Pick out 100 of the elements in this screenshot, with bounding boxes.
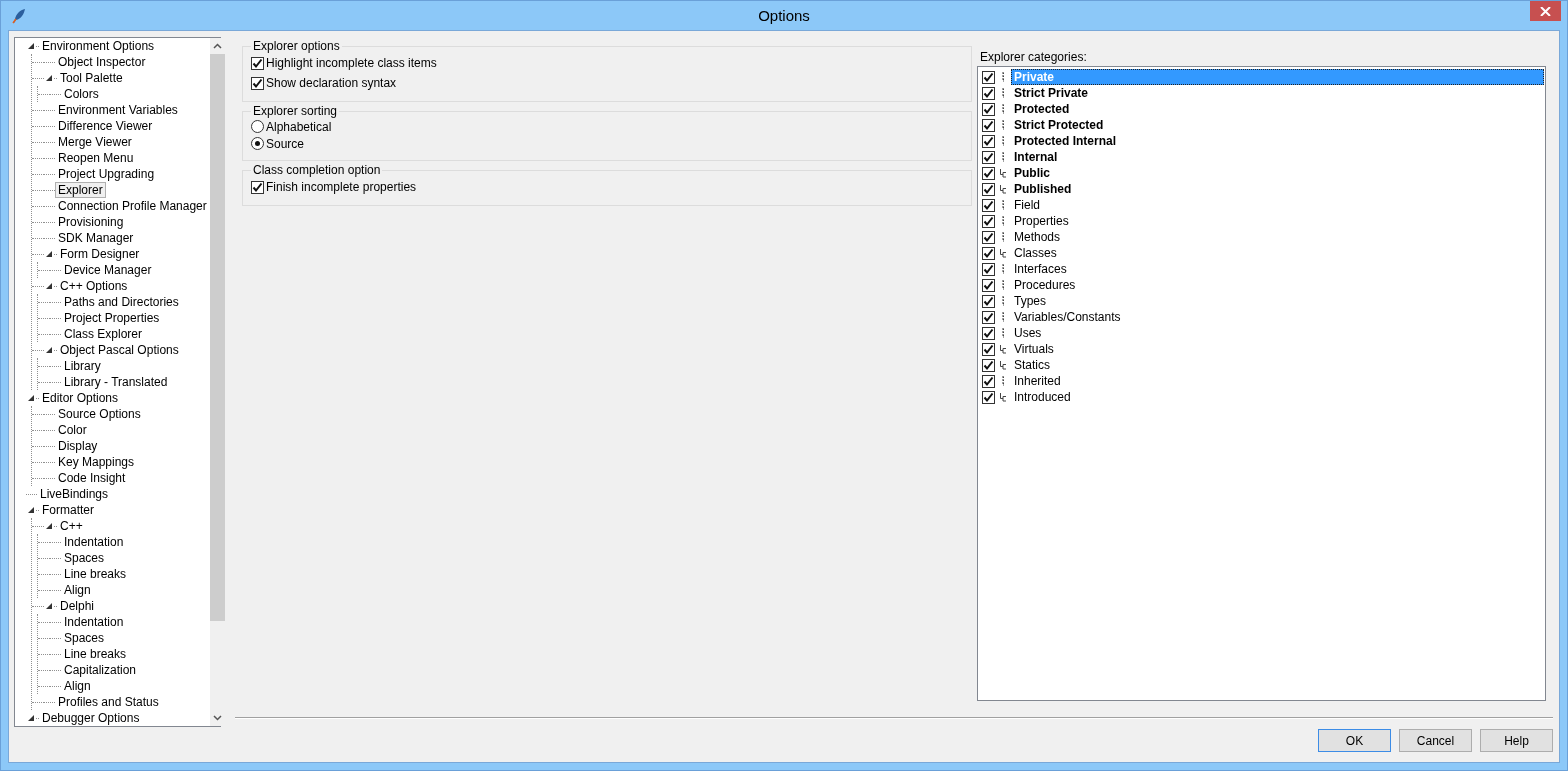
category-item[interactable]: Statics — [1011, 357, 1544, 373]
category-item[interactable]: Internal — [1011, 149, 1544, 165]
checkbox[interactable] — [982, 230, 995, 244]
category-item[interactable]: Procedures — [1011, 277, 1544, 293]
tree-item[interactable]: Difference Viewer — [55, 118, 156, 134]
checkbox[interactable] — [982, 182, 995, 196]
tree-item[interactable]: Color — [55, 422, 90, 438]
checkbox[interactable] — [982, 326, 995, 340]
category-item[interactable]: Methods — [1011, 229, 1544, 245]
checkbox[interactable] — [982, 294, 995, 308]
tree-item[interactable]: C++ — [57, 518, 86, 534]
tree-item[interactable]: Environment Options — [39, 38, 158, 54]
expanded-triangle-icon[interactable] — [28, 715, 34, 721]
category-item[interactable]: Field — [1011, 197, 1544, 213]
tree-item[interactable]: C++ Options — [57, 278, 131, 294]
tree-item[interactable]: Explorer — [55, 182, 106, 198]
checkbox[interactable] — [982, 342, 995, 356]
option-label[interactable]: Show declaration syntax — [266, 76, 397, 90]
category-item[interactable]: Strict Private — [1011, 85, 1544, 101]
tree-item[interactable]: Tool Palette — [57, 70, 126, 86]
checkbox[interactable] — [982, 358, 995, 372]
tree-item[interactable]: Object Pascal Options — [57, 342, 182, 358]
expanded-triangle-icon[interactable] — [46, 283, 52, 289]
tree-item[interactable]: SDK Manager — [55, 230, 137, 246]
tree-item[interactable]: Profiles and Status — [55, 694, 162, 710]
scroll-down-icon[interactable] — [212, 715, 222, 721]
tree-item[interactable]: Project Upgrading — [55, 166, 158, 182]
checkbox[interactable] — [982, 102, 995, 116]
category-item[interactable]: Classes — [1011, 245, 1544, 261]
option-label[interactable]: Source — [266, 136, 305, 151]
tree-item[interactable]: Spaces — [61, 630, 108, 646]
tree-item[interactable]: Delphi — [57, 598, 98, 614]
checkbox[interactable] — [251, 76, 264, 90]
checkbox[interactable] — [982, 150, 995, 164]
tree-item[interactable]: Capitalization — [61, 662, 140, 678]
category-item[interactable]: Published — [1011, 181, 1544, 197]
tree-item[interactable]: Form Designer — [57, 246, 143, 262]
tree-item[interactable]: Display — [55, 438, 101, 454]
scroll-up-icon[interactable] — [212, 43, 222, 49]
tree-item[interactable]: Provisioning — [55, 214, 127, 230]
checkbox[interactable] — [982, 246, 995, 260]
checkbox[interactable] — [982, 214, 995, 228]
checkbox[interactable] — [982, 390, 995, 404]
checkbox[interactable] — [982, 86, 995, 100]
expanded-triangle-icon[interactable] — [46, 251, 52, 257]
category-item[interactable]: Virtuals — [1011, 341, 1544, 357]
checkbox[interactable] — [982, 278, 995, 292]
category-item[interactable]: Protected Internal — [1011, 133, 1544, 149]
tree-item[interactable]: Spaces — [61, 550, 108, 566]
tree-item[interactable]: Object Inspector — [55, 54, 149, 70]
radio-button[interactable] — [251, 120, 264, 133]
tree-item[interactable]: Source Options — [55, 406, 144, 422]
tree-item[interactable]: Editor Options — [39, 390, 122, 406]
tree-item[interactable]: Indentation — [61, 534, 127, 550]
category-item[interactable]: Strict Protected — [1011, 117, 1544, 133]
expanded-triangle-icon[interactable] — [28, 43, 34, 49]
checkbox[interactable] — [982, 118, 995, 132]
dialog-button[interactable]: OK — [1318, 729, 1391, 752]
tree-item[interactable]: Project Properties — [61, 310, 163, 326]
category-item[interactable]: Variables/Constants — [1011, 309, 1544, 325]
checkbox[interactable] — [251, 180, 264, 194]
tree-item[interactable]: Library - Translated — [61, 374, 171, 390]
tree-item[interactable]: Key Mappings — [55, 454, 138, 470]
tree-item[interactable]: Library — [61, 358, 104, 374]
tree-item[interactable]: Connection Profile Manager — [55, 198, 210, 214]
tree-item[interactable]: LiveBindings — [37, 486, 112, 502]
category-item[interactable]: Types — [1011, 293, 1544, 309]
close-button[interactable] — [1530, 1, 1561, 21]
tree-item[interactable]: Class Explorer — [61, 326, 146, 342]
tree-item[interactable]: Debugger Options — [39, 710, 143, 726]
tree-item[interactable]: Device Manager — [61, 262, 155, 278]
category-item[interactable]: Public — [1011, 165, 1544, 181]
category-item[interactable]: Properties — [1011, 213, 1544, 229]
tree-item[interactable]: Line breaks — [61, 646, 130, 662]
tree-item[interactable]: Colors — [61, 86, 102, 102]
expanded-triangle-icon[interactable] — [28, 507, 34, 513]
category-item[interactable]: Introduced — [1011, 389, 1544, 405]
checkbox[interactable] — [982, 262, 995, 276]
option-label[interactable]: Alphabetical — [266, 119, 332, 134]
expanded-triangle-icon[interactable] — [46, 347, 52, 353]
checkbox[interactable] — [982, 70, 995, 84]
tree-item[interactable]: Align — [61, 678, 94, 694]
checkbox[interactable] — [982, 134, 995, 148]
checkbox[interactable] — [251, 56, 264, 70]
expanded-triangle-icon[interactable] — [46, 75, 52, 81]
expanded-triangle-icon[interactable] — [46, 603, 52, 609]
category-item[interactable]: Uses — [1011, 325, 1544, 341]
expanded-triangle-icon[interactable] — [28, 395, 34, 401]
tree-item[interactable]: Formatter — [39, 502, 97, 518]
tree-item[interactable]: Environment Variables — [55, 102, 181, 118]
category-item[interactable]: Protected — [1011, 101, 1544, 117]
dialog-button[interactable]: Help — [1480, 729, 1553, 752]
tree-item[interactable]: Align — [61, 582, 94, 598]
tree-item[interactable]: Code Insight — [55, 470, 129, 486]
scrollbar-thumb[interactable] — [209, 54, 225, 621]
tree-item[interactable]: Reopen Menu — [55, 150, 137, 166]
option-label[interactable]: Highlight incomplete class items — [266, 56, 437, 70]
dialog-button[interactable]: Cancel — [1399, 729, 1472, 752]
tree-item[interactable]: Indentation — [61, 614, 127, 630]
option-label[interactable]: Finish incomplete properties — [266, 180, 417, 194]
